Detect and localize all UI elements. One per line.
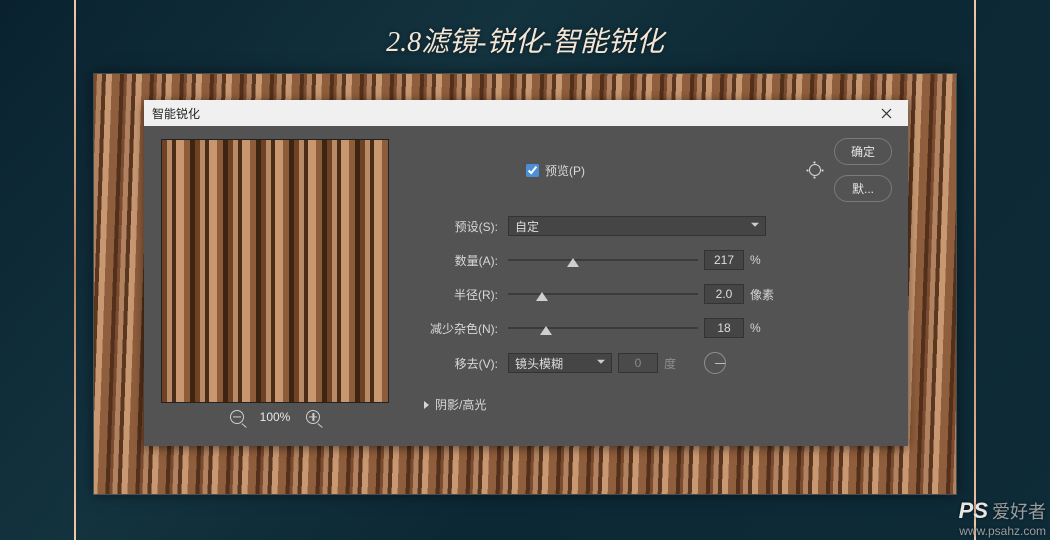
angle-unit: 度 <box>664 355 690 372</box>
remove-label: 移去(V): <box>406 355 502 372</box>
shadows-highlights-expander[interactable]: 阴影/高光 <box>424 396 896 413</box>
zoom-value: 100% <box>260 410 291 424</box>
gear-icon[interactable] <box>808 163 822 177</box>
radius-input[interactable]: 2.0 <box>704 284 744 304</box>
preset-label: 预设(S): <box>406 218 502 235</box>
zoom-out-icon[interactable] <box>230 410 244 424</box>
radius-unit: 像素 <box>750 286 776 303</box>
noise-label: 减少杂色(N): <box>406 320 502 337</box>
preview-checkbox-wrap[interactable]: 预览(P) <box>526 162 585 179</box>
ok-button[interactable]: 确定 <box>834 138 892 165</box>
noise-unit: % <box>750 321 776 335</box>
dialog-title: 智能锐化 <box>152 105 200 122</box>
watermark: PS爱好者 www.psahz.com <box>959 498 1046 538</box>
chevron-right-icon <box>424 401 429 409</box>
angle-dial[interactable] <box>704 352 726 374</box>
radius-label: 半径(R): <box>406 286 502 303</box>
amount-label: 数量(A): <box>406 252 502 269</box>
preset-select[interactable]: 自定 <box>508 216 766 236</box>
remove-value: 镜头模糊 <box>515 355 563 372</box>
angle-input: 0 <box>618 353 658 373</box>
amount-slider[interactable] <box>508 253 698 267</box>
page-title: 2.8滤镜-锐化-智能锐化 <box>0 20 1050 60</box>
smart-sharpen-dialog: 智能锐化 100% 预览(P) 确定 默... <box>144 100 908 446</box>
preset-value: 自定 <box>515 218 539 235</box>
amount-unit: % <box>750 253 776 267</box>
radius-slider[interactable] <box>508 287 698 301</box>
remove-select[interactable]: 镜头模糊 <box>508 353 612 373</box>
zoom-in-icon[interactable] <box>306 410 320 424</box>
dialog-titlebar: 智能锐化 <box>144 100 908 126</box>
preview-image <box>162 140 388 402</box>
preview-checkbox-label: 预览(P) <box>545 162 585 179</box>
expander-label: 阴影/高光 <box>435 396 486 413</box>
cancel-button[interactable]: 默... <box>834 175 892 202</box>
amount-input[interactable]: 217 <box>704 250 744 270</box>
noise-input[interactable]: 18 <box>704 318 744 338</box>
noise-slider[interactable] <box>508 321 698 335</box>
preview-checkbox[interactable] <box>526 164 539 177</box>
close-button[interactable] <box>872 104 900 122</box>
